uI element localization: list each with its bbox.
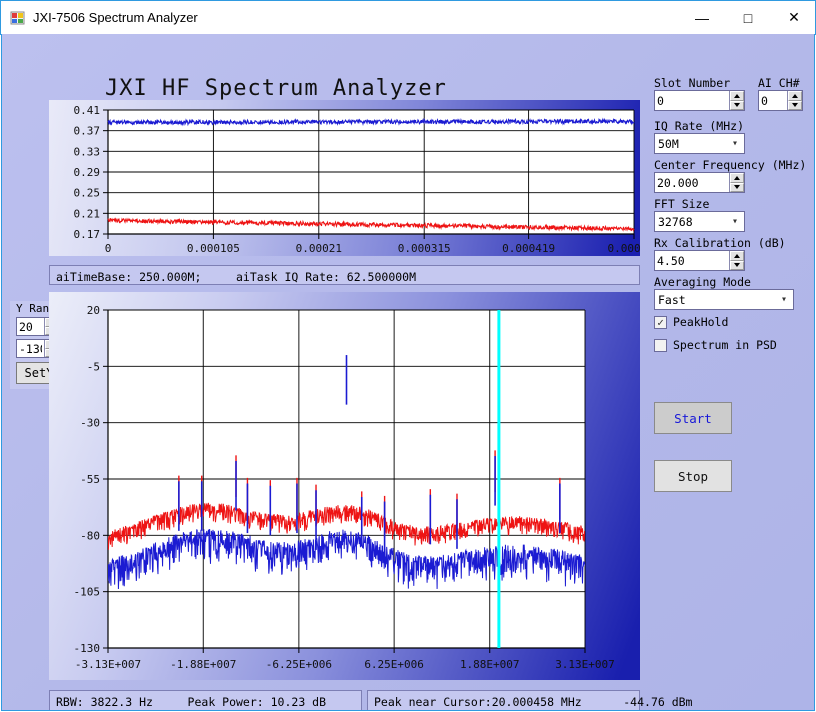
center-frequency-label: Center Frequency (MHz) <box>654 158 807 172</box>
slot-number-spin[interactable] <box>729 91 744 110</box>
fft-size-select[interactable]: 32768 ▾ <box>654 211 745 232</box>
maximize-button[interactable]: □ <box>725 1 771 34</box>
svg-text:0.000419: 0.000419 <box>502 242 555 255</box>
app-icon <box>10 10 26 26</box>
svg-text:0.000105: 0.000105 <box>187 242 240 255</box>
timebase-status: aiTimeBase: 250.000M; aiTask IQ Rate: 62… <box>49 265 640 285</box>
rbw-status: RBW: 3822.3 Hz Peak Power: 10.23 dB <box>49 690 362 710</box>
ai-channel-down[interactable] <box>788 100 802 110</box>
center-frequency-input[interactable] <box>655 173 729 192</box>
time-chart-canvas: 0.41 0.37 0.33 0.29 0.25 0.21 0.17 0 0.000105 0.0… <box>74 104 641 255</box>
window-titlebar: JXI-7506 Spectrum Analyzer — □ ✕ <box>0 0 816 35</box>
rx-calibration-down[interactable] <box>730 260 744 270</box>
maximize-icon: □ <box>743 9 753 26</box>
window-title: JXI-7506 Spectrum Analyzer <box>33 10 198 25</box>
y-range-max-input[interactable] <box>17 318 44 335</box>
svg-text:0.29: 0.29 <box>74 166 101 179</box>
svg-text:-55: -55 <box>80 473 100 486</box>
averaging-mode-select[interactable]: Fast ▾ <box>654 289 794 310</box>
iq-rate-value: 50M <box>658 136 679 151</box>
minimize-icon: — <box>695 9 709 26</box>
svg-text:0.17: 0.17 <box>74 228 101 241</box>
center-frequency-up[interactable] <box>730 173 744 183</box>
peak-hold-label: PeakHold <box>673 315 729 329</box>
svg-text:-30: -30 <box>80 417 100 430</box>
svg-text:0.21: 0.21 <box>74 207 101 220</box>
svg-text:-105: -105 <box>74 586 101 599</box>
rx-calibration-spin[interactable] <box>729 251 744 270</box>
fft-size-value: 32768 <box>658 214 693 229</box>
center-frequency-stepper[interactable] <box>654 172 745 193</box>
cursor-status: Peak near Cursor:20.000458 MHz -44.76 dB… <box>367 690 693 710</box>
svg-text:0.37: 0.37 <box>74 125 101 138</box>
spectrum-chart[interactable]: 20 -5 -30 -55 -80 -105 -130 -3.13E+007 -1.88E+00… <box>49 292 640 680</box>
svg-text:0.25: 0.25 <box>74 187 101 200</box>
spectrum-in-psd-check-mark <box>654 338 667 352</box>
y-range-min-input[interactable] <box>17 340 44 357</box>
time-domain-chart[interactable]: 0.41 0.37 0.33 0.29 0.25 0.21 0.17 0 0.000105 0.0… <box>49 100 640 256</box>
rx-calibration-stepper[interactable] <box>654 250 745 271</box>
ai-channel-up[interactable] <box>788 91 802 101</box>
iq-rate-label: IQ Rate (MHz) <box>654 119 745 133</box>
ai-channel-input[interactable] <box>759 91 787 110</box>
svg-text:20: 20 <box>87 304 100 317</box>
svg-text:0.000315: 0.000315 <box>398 242 451 255</box>
svg-text:-80: -80 <box>80 529 100 542</box>
svg-text:-130: -130 <box>74 642 101 655</box>
slot-number-down[interactable] <box>730 100 744 110</box>
spectrum-chart-canvas: 20 -5 -30 -55 -80 -105 -130 -3.13E+007 -1.88E+00… <box>74 304 615 671</box>
minimize-button[interactable]: — <box>679 1 725 34</box>
svg-text:1.88E+007: 1.88E+007 <box>460 658 520 671</box>
rx-calibration-input[interactable] <box>655 251 729 270</box>
slot-number-input[interactable] <box>655 91 729 110</box>
peak-hold-checkbox[interactable]: ✓ PeakHold <box>654 315 728 329</box>
control-panel: Slot Number AI CH# IQ Rate (MHz) 50M ▾ C… <box>645 34 816 711</box>
close-button[interactable]: ✕ <box>771 1 816 34</box>
app-window: JXI-7506 Spectrum Analyzer — □ ✕ JXI HF … <box>0 0 816 712</box>
ai-channel-stepper[interactable] <box>758 90 803 111</box>
svg-text:0: 0 <box>105 242 112 255</box>
page-title: JXI HF Spectrum Analyzer <box>105 76 447 101</box>
start-button[interactable]: Start <box>654 402 732 434</box>
svg-text:-5: -5 <box>87 360 100 373</box>
svg-text:0.00021: 0.00021 <box>296 242 342 255</box>
iq-rate-select[interactable]: 50M ▾ <box>654 133 745 154</box>
svg-text:-6.25E+006: -6.25E+006 <box>266 658 332 671</box>
averaging-mode-value: Fast <box>658 292 686 307</box>
svg-text:-1.88E+007: -1.88E+007 <box>170 658 236 671</box>
svg-text:3.13E+007: 3.13E+007 <box>555 658 615 671</box>
center-frequency-down[interactable] <box>730 182 744 192</box>
stop-button[interactable]: Stop <box>654 460 732 492</box>
chevron-down-icon[interactable]: ▾ <box>726 138 744 149</box>
spectrum-in-psd-label: Spectrum in PSD <box>673 338 777 352</box>
center-frequency-spin[interactable] <box>729 173 744 192</box>
svg-text:0.41: 0.41 <box>74 104 101 117</box>
svg-text:-3.13E+007: -3.13E+007 <box>75 658 141 671</box>
slot-number-stepper[interactable] <box>654 90 745 111</box>
svg-text:6.25E+006: 6.25E+006 <box>364 658 424 671</box>
averaging-mode-label: Averaging Mode <box>654 275 751 289</box>
slot-number-up[interactable] <box>730 91 744 101</box>
svg-text:0.33: 0.33 <box>74 145 101 158</box>
peak-hold-check-mark: ✓ <box>654 315 667 329</box>
rx-calibration-label: Rx Calibration (dB) <box>654 236 786 250</box>
svg-text:0.000524: 0.000524 <box>608 242 640 255</box>
ai-channel-spin[interactable] <box>787 91 802 110</box>
slot-number-label: Slot Number <box>654 76 731 90</box>
chevron-down-icon[interactable]: ▾ <box>726 216 744 227</box>
chevron-down-icon[interactable]: ▾ <box>775 294 793 305</box>
ai-channel-label: AI CH# <box>758 76 800 90</box>
close-icon: ✕ <box>788 9 800 25</box>
fft-size-label: FFT Size <box>654 197 710 211</box>
spectrum-in-psd-checkbox[interactable]: Spectrum in PSD <box>654 338 777 352</box>
rx-calibration-up[interactable] <box>730 251 744 261</box>
